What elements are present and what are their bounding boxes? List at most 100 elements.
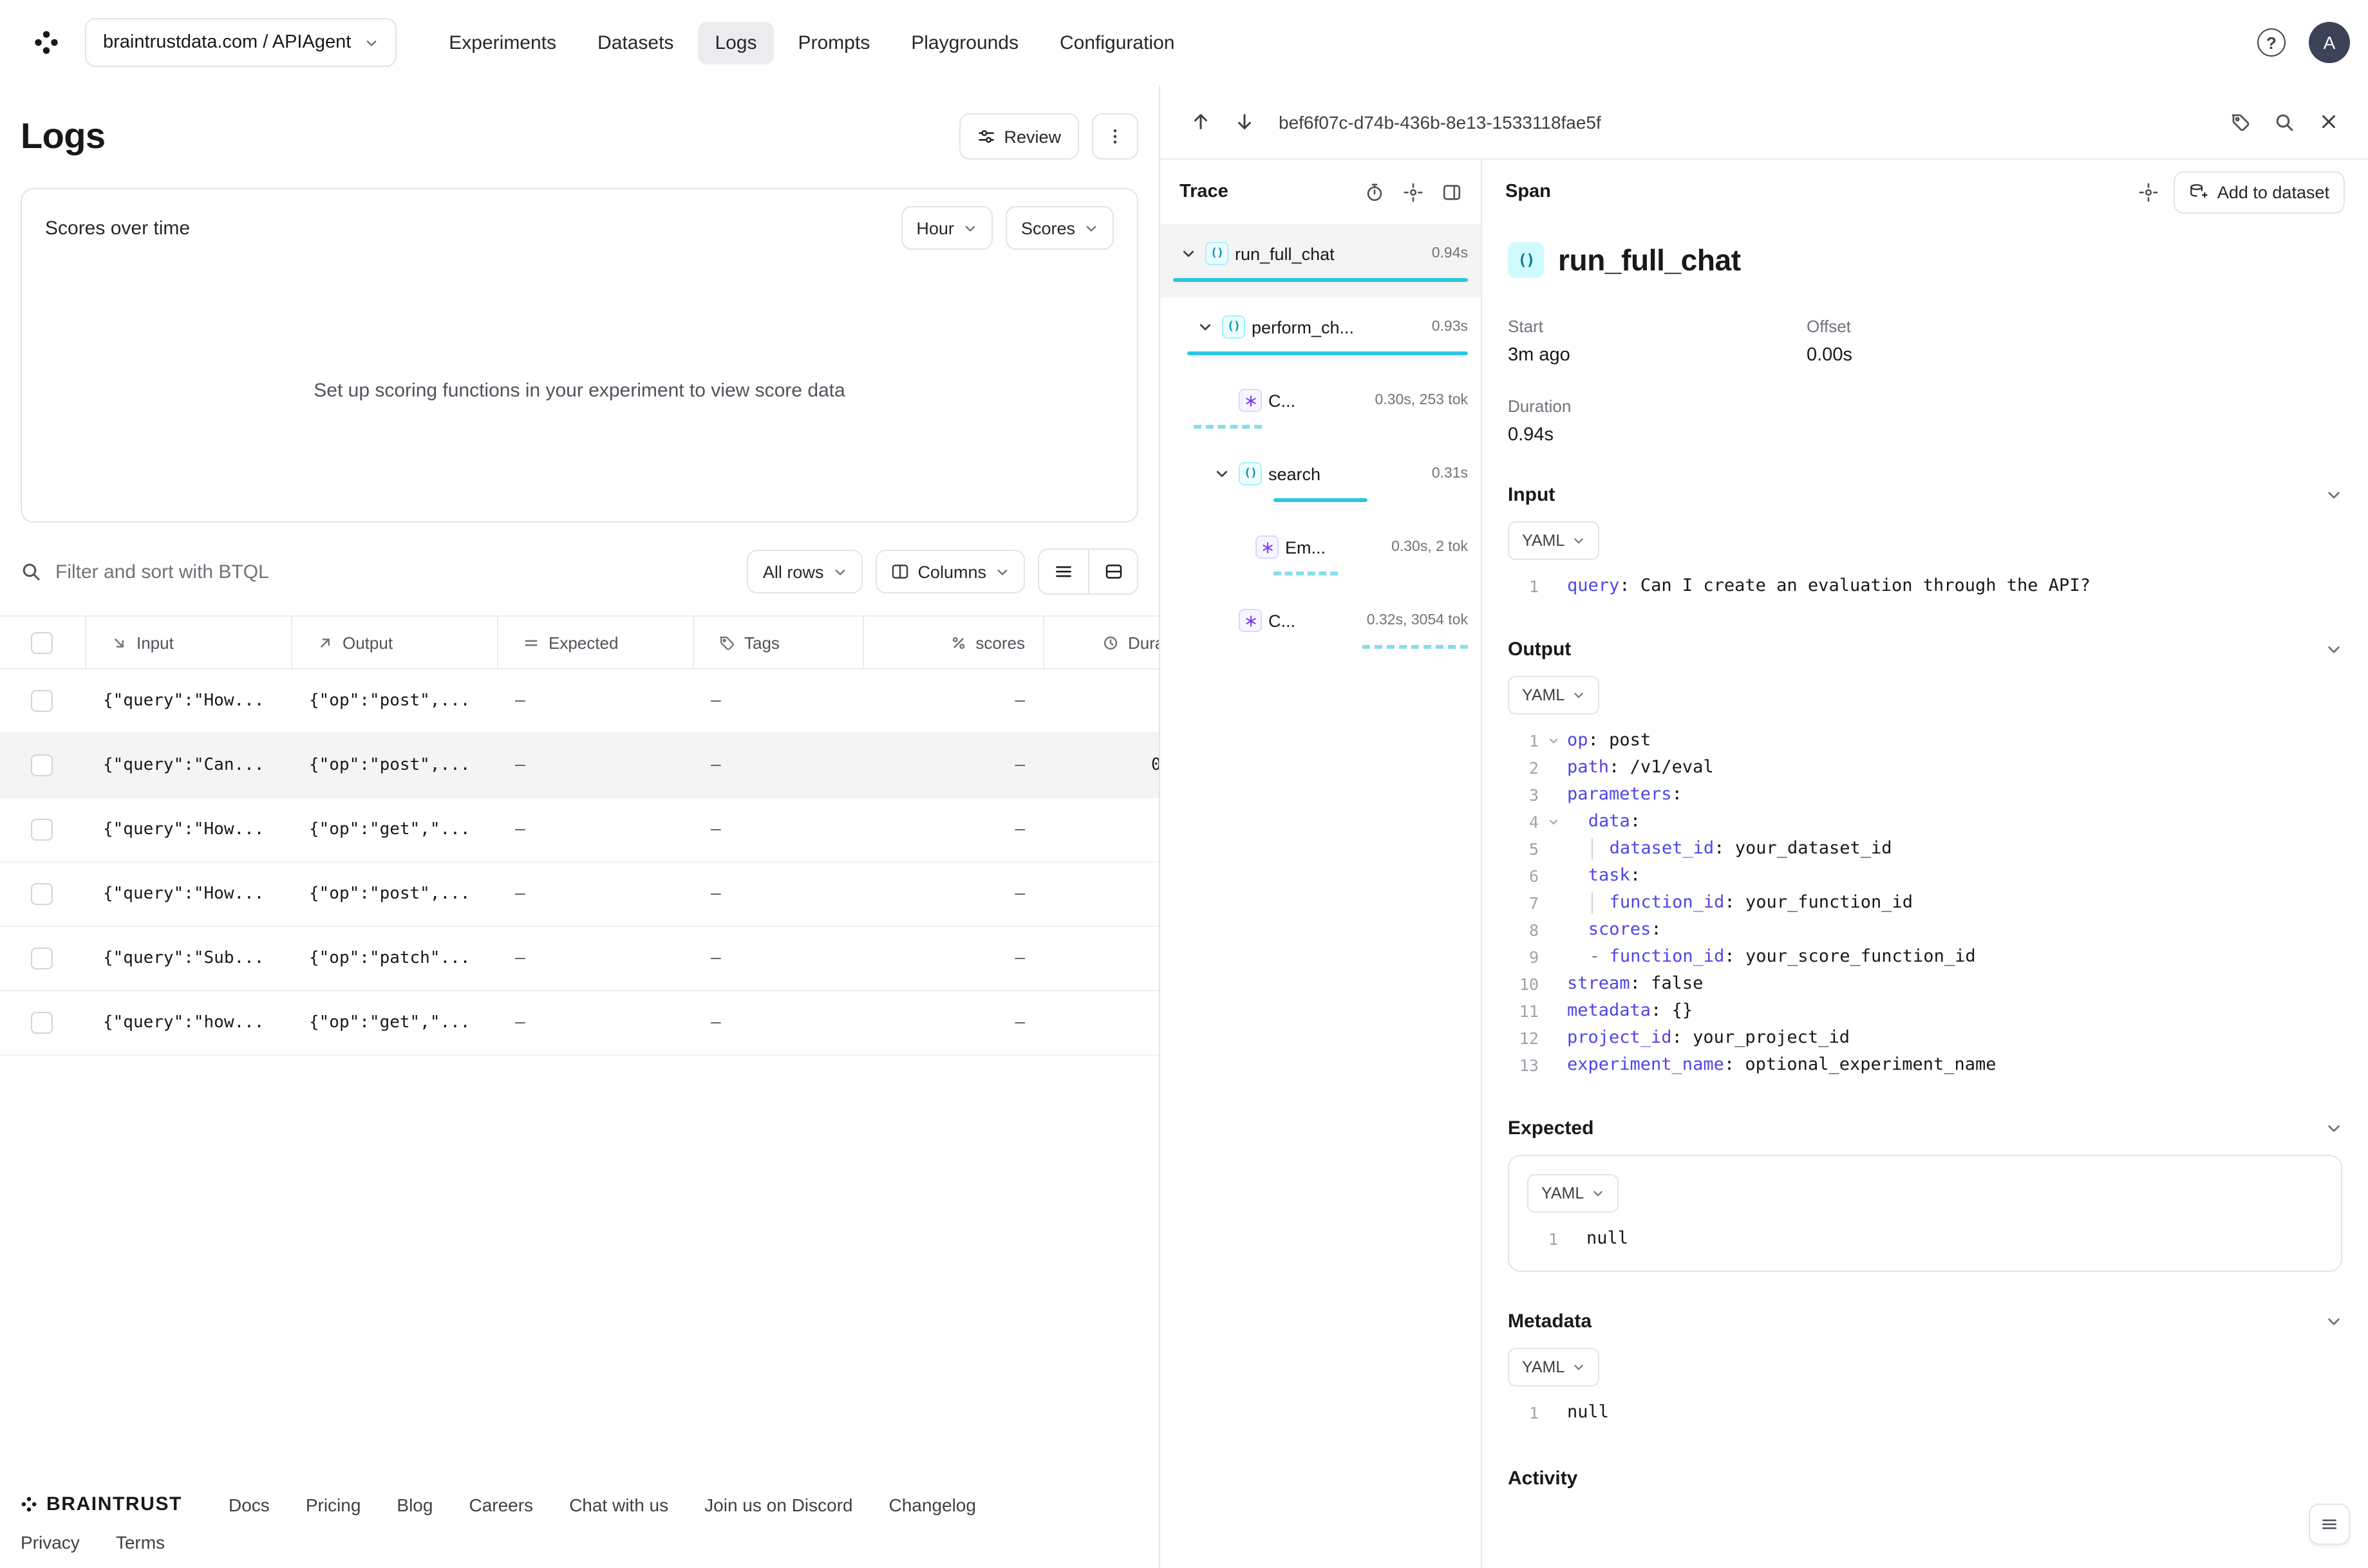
focus-span-icon[interactable] (2139, 182, 2158, 201)
input-format-dropdown[interactable]: YAML (1508, 521, 1600, 560)
footer-link-blog[interactable]: Blog (397, 1494, 433, 1515)
cell-output: {"op":"get","... (309, 820, 471, 839)
nav-item-logs[interactable]: Logs (698, 21, 774, 64)
row-checkbox[interactable] (31, 947, 53, 969)
fold-icon[interactable] (1539, 727, 1567, 754)
collapse-children-icon[interactable] (1212, 466, 1232, 481)
start-label: Start (1508, 317, 1543, 336)
footer-link-chat-with-us[interactable]: Chat with us (569, 1494, 668, 1515)
search-trace-button[interactable] (2265, 102, 2304, 141)
scores-dropdown[interactable]: Scores (1005, 206, 1114, 250)
sliders-icon (977, 127, 995, 145)
column-header-tags[interactable]: Tags (693, 617, 863, 668)
nav-item-datasets[interactable]: Datasets (581, 21, 690, 64)
review-button[interactable]: Review (959, 113, 1079, 160)
cell-duration (1043, 991, 1159, 1054)
footer-link-pricing[interactable]: Pricing (306, 1494, 361, 1515)
column-header-output[interactable]: Output (291, 617, 497, 668)
line-number: 1 (1548, 1229, 1558, 1249)
span-timeline-track (1173, 350, 1468, 357)
avatar-initial: A (2323, 32, 2336, 53)
list-view-button[interactable] (1039, 550, 1088, 593)
trace-span-row[interactable]: () run_full_chat 0.94s (1160, 224, 1481, 297)
help-button[interactable]: ? (2257, 28, 2286, 57)
span-detail-scroll: () run_full_chat Start 3m ago Offset 0.0… (1482, 224, 2368, 1568)
tag-button[interactable] (2221, 102, 2260, 141)
nav-item-prompts[interactable]: Prompts (782, 21, 887, 64)
span-timeline-track (1173, 497, 1468, 503)
row-view-button[interactable] (1088, 550, 1137, 593)
column-header-duration[interactable]: Duration (1043, 617, 1159, 668)
timer-icon[interactable] (1365, 182, 1384, 201)
row-checkbox[interactable] (31, 819, 53, 841)
project-selector[interactable]: braintrustdata.com / APIAgent (85, 18, 397, 67)
trace-span-row[interactable]: C... 0.32s, 3054 tok (1160, 591, 1481, 664)
select-all-checkbox[interactable] (31, 631, 53, 653)
column-header-expected[interactable]: Expected (497, 617, 693, 668)
column-header-scores[interactable]: scores (863, 617, 1043, 668)
row-checkbox[interactable] (31, 1012, 53, 1034)
table-row[interactable]: {"query":"How... {"op":"post",... – – – (0, 863, 1159, 927)
next-trace-button[interactable] (1225, 102, 1263, 141)
output-format-dropdown[interactable]: YAML (1508, 676, 1600, 714)
table-row[interactable]: {"query":"How... {"op":"post",... – – – (0, 669, 1159, 734)
line-number: 3 (1528, 785, 1539, 805)
start-value: 3m ago (1508, 345, 1570, 366)
columns-dropdown[interactable]: Columns (875, 550, 1025, 593)
table-row[interactable]: {"query":"How... {"op":"get","... – – – (0, 798, 1159, 863)
nav-item-experiments[interactable]: Experiments (432, 21, 573, 64)
llm-span-icon (1239, 389, 1262, 412)
footer-link-terms[interactable]: Terms (116, 1532, 165, 1553)
metadata-format-dropdown[interactable]: YAML (1508, 1348, 1600, 1386)
code-line: 1 null (1508, 1399, 2342, 1426)
row-checkbox[interactable] (31, 690, 53, 712)
collapse-children-icon[interactable] (1178, 246, 1199, 261)
column-header-input[interactable]: Input (85, 617, 291, 668)
row-checkbox[interactable] (31, 883, 53, 905)
project-selector-label: braintrustdata.com / APIAgent (103, 32, 352, 53)
footer-link-privacy[interactable]: Privacy (21, 1532, 80, 1553)
collapse-input-icon[interactable] (2326, 487, 2342, 503)
footer-link-join-us-on-discord[interactable]: Join us on Discord (704, 1494, 852, 1515)
btql-filter-input[interactable]: Filter and sort with BTQL (21, 561, 747, 583)
collapse-output-icon[interactable] (2326, 641, 2342, 658)
collapse-children-icon[interactable] (1195, 319, 1216, 335)
cell-input: {"query":"Sub... (103, 949, 265, 968)
code-line: 1 op: post (1508, 727, 2342, 754)
code-line: 4 data: (1508, 808, 2342, 835)
nav-item-playgrounds[interactable]: Playgrounds (894, 21, 1035, 64)
footer-link-changelog[interactable]: Changelog (889, 1494, 976, 1515)
cell-tags: – (711, 884, 721, 904)
duration-label: Duration (1508, 397, 1572, 416)
all-rows-dropdown[interactable]: All rows (747, 550, 863, 593)
row-checkbox[interactable] (31, 754, 53, 776)
trace-span-row[interactable]: () search 0.31s (1160, 444, 1481, 518)
expected-editor[interactable]: YAML 1 null (1508, 1155, 2342, 1272)
nav-item-configuration[interactable]: Configuration (1043, 21, 1191, 64)
table-row[interactable]: {"query":"Can...{"op":"post",...–––0.94s (0, 734, 1159, 798)
footer-link-careers[interactable]: Careers (469, 1494, 533, 1515)
column-header-checkbox[interactable] (0, 617, 85, 668)
trace-span-row[interactable]: () perform_ch... 0.93s (1160, 297, 1481, 371)
cell-checkbox (0, 734, 85, 797)
activity-menu-button[interactable] (2309, 1504, 2350, 1545)
footer-link-docs[interactable]: Docs (229, 1494, 270, 1515)
trace-span-row[interactable]: Em... 0.30s, 2 tok (1160, 518, 1481, 591)
fit-to-view-icon[interactable] (1404, 182, 1423, 201)
percent-icon (950, 634, 966, 651)
collapse-metadata-icon[interactable] (2326, 1313, 2342, 1330)
interval-dropdown[interactable]: Hour (901, 206, 993, 250)
table-row[interactable]: {"query":"Sub... {"op":"patch"... – – – (0, 927, 1159, 991)
avatar[interactable]: A (2309, 22, 2350, 63)
add-to-dataset-button[interactable]: Add to dataset (2173, 171, 2345, 213)
close-panel-button[interactable] (2309, 102, 2347, 141)
fold-icon[interactable] (1539, 808, 1567, 835)
collapse-expected-icon[interactable] (2326, 1120, 2342, 1137)
prev-trace-button[interactable] (1181, 102, 1219, 141)
trace-span-row[interactable]: C... 0.30s, 253 tok (1160, 371, 1481, 444)
table-row[interactable]: {"query":"how... {"op":"get","... – – – (0, 991, 1159, 1056)
cell-output: {"op":"post",... (309, 691, 471, 711)
more-options-button[interactable] (1092, 113, 1138, 160)
panel-layout-icon[interactable] (1442, 182, 1461, 201)
expected-format-dropdown[interactable]: YAML (1527, 1174, 1619, 1213)
